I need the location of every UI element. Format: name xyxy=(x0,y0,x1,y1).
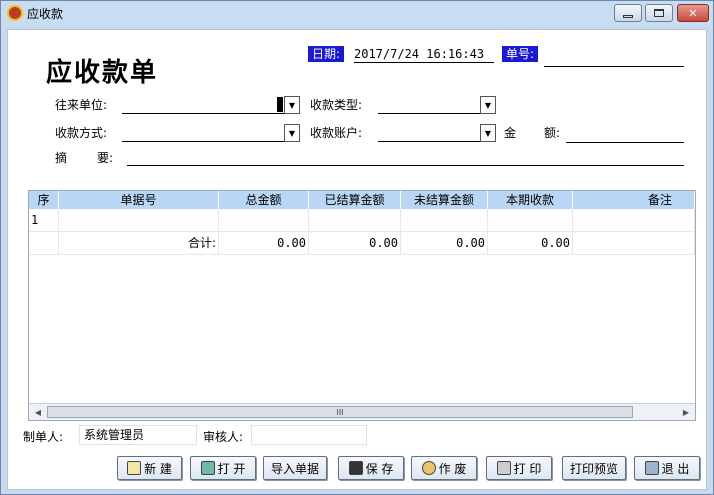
amount-field[interactable] xyxy=(566,126,684,143)
date-label: 日期: xyxy=(308,46,345,62)
total-row-label: 合计: xyxy=(59,232,219,255)
summary-label-a: 摘 xyxy=(55,151,68,165)
text-caret xyxy=(277,97,283,112)
col-header-note[interactable]: 备注 xyxy=(573,191,695,209)
doc-no-label: 单号: xyxy=(502,46,539,62)
scroll-right-icon[interactable]: ▶ xyxy=(679,405,693,419)
print-preview-button-label: 打印预览 xyxy=(569,461,618,476)
dropdown-arrow-icon[interactable]: ▼ xyxy=(480,96,496,114)
table-cell-doc[interactable] xyxy=(59,209,219,232)
table-cell-current[interactable] xyxy=(488,209,573,232)
dropdown-arrow-icon[interactable]: ▼ xyxy=(480,124,496,142)
print-preview-button[interactable]: 打印预览 xyxy=(562,456,626,480)
type-label: 收款类型: xyxy=(310,98,363,112)
total-row-unsettled: 0.00 xyxy=(401,232,488,255)
col-header-unsettled[interactable]: 未结算金额 xyxy=(401,191,488,209)
col-header-settled[interactable]: 已结算金额 xyxy=(309,191,401,209)
total-row-settled: 0.00 xyxy=(309,232,401,255)
total-row-blank xyxy=(29,232,59,255)
form-title: 应收款单 xyxy=(46,58,159,88)
reviewer-label: 审核人: xyxy=(203,430,244,444)
void-button[interactable]: 作 废 xyxy=(411,456,477,480)
table-cell-seq[interactable]: 1 xyxy=(29,209,59,232)
maker-label: 制单人: xyxy=(23,430,64,444)
new-button-label: 新 建 xyxy=(144,461,172,476)
scroll-thumb[interactable]: III xyxy=(47,406,633,418)
scroll-left-icon[interactable]: ◀ xyxy=(31,405,45,419)
amount-label-a: 金 xyxy=(504,126,517,140)
form-client-area: 应收款单 日期: 2017/7/24 16:16:43 单号: 往来单位: ▼ … xyxy=(7,29,707,490)
open-icon xyxy=(200,461,215,475)
partner-combo[interactable]: ▼ xyxy=(122,96,300,114)
horizontal-scrollbar[interactable]: ◀ III ▶ xyxy=(29,403,695,420)
table-cell-settled[interactable] xyxy=(309,209,401,232)
print-icon xyxy=(496,461,511,475)
minimize-icon xyxy=(623,14,633,18)
save-button-label: 保 存 xyxy=(365,461,394,476)
new-icon xyxy=(127,461,142,475)
open-button[interactable]: 打 开 xyxy=(190,456,256,480)
title-bar[interactable]: 应收款 ✕ xyxy=(1,1,713,25)
maximize-button[interactable] xyxy=(645,4,673,22)
col-header-doc-no[interactable]: 单据号 xyxy=(59,191,219,209)
col-header-current[interactable]: 本期收款 xyxy=(488,191,573,209)
window-title: 应收款 xyxy=(27,7,64,21)
maker-field: 系统管理员 xyxy=(79,425,197,445)
exit-icon xyxy=(644,461,659,475)
save-button[interactable]: 保 存 xyxy=(338,456,404,480)
open-button-label: 打 开 xyxy=(217,461,246,476)
print-button[interactable]: 打 印 xyxy=(486,456,552,480)
partner-label: 往来单位: xyxy=(55,98,108,112)
dropdown-arrow-icon[interactable]: ▼ xyxy=(284,96,300,114)
import-button-label: 导入单据 xyxy=(270,461,319,476)
summary-field[interactable] xyxy=(127,149,684,166)
table-cell-unsettled[interactable] xyxy=(401,209,488,232)
print-button-label: 打 印 xyxy=(513,461,542,476)
void-icon xyxy=(421,461,436,475)
account-label: 收款账户: xyxy=(310,126,363,140)
total-row-note xyxy=(573,232,695,255)
minimize-button[interactable] xyxy=(614,4,642,22)
summary-label-b: 要: xyxy=(97,151,114,165)
reviewer-field xyxy=(251,425,367,445)
void-button-label: 作 废 xyxy=(438,461,467,476)
date-field[interactable]: 2017/7/24 16:16:43 xyxy=(354,46,494,63)
amount-label-b: 额: xyxy=(544,126,561,140)
method-combo[interactable]: ▼ xyxy=(122,124,300,142)
import-button[interactable]: 导入单据 xyxy=(263,456,327,480)
close-button[interactable]: ✕ xyxy=(677,4,709,22)
detail-grid[interactable]: 序 单据号 总金额 已结算金额 未结算金额 本期收款 备注 1 合计: 0.00… xyxy=(28,190,696,421)
table-cell-note[interactable] xyxy=(573,209,695,232)
table-cell-total[interactable] xyxy=(219,209,309,232)
maximize-icon xyxy=(654,9,664,17)
doc-no-field[interactable] xyxy=(544,50,684,67)
total-row-current: 0.00 xyxy=(488,232,573,255)
exit-button[interactable]: 退 出 xyxy=(634,456,700,480)
account-combo[interactable]: ▼ xyxy=(378,124,496,142)
app-icon xyxy=(7,5,23,21)
close-icon: ✕ xyxy=(688,6,698,20)
type-combo[interactable]: ▼ xyxy=(378,96,496,114)
col-header-total[interactable]: 总金额 xyxy=(219,191,309,209)
save-icon xyxy=(348,461,363,475)
method-label: 收款方式: xyxy=(55,126,108,140)
col-header-seq[interactable]: 序 xyxy=(29,191,59,209)
new-button[interactable]: 新 建 xyxy=(117,456,182,480)
total-row-total: 0.00 xyxy=(219,232,309,255)
dropdown-arrow-icon[interactable]: ▼ xyxy=(284,124,300,142)
exit-button-label: 退 出 xyxy=(661,461,690,476)
app-window: 应收款 ✕ 应收款单 日期: 2017/7/24 16:16:43 单号: 往来… xyxy=(0,0,714,495)
